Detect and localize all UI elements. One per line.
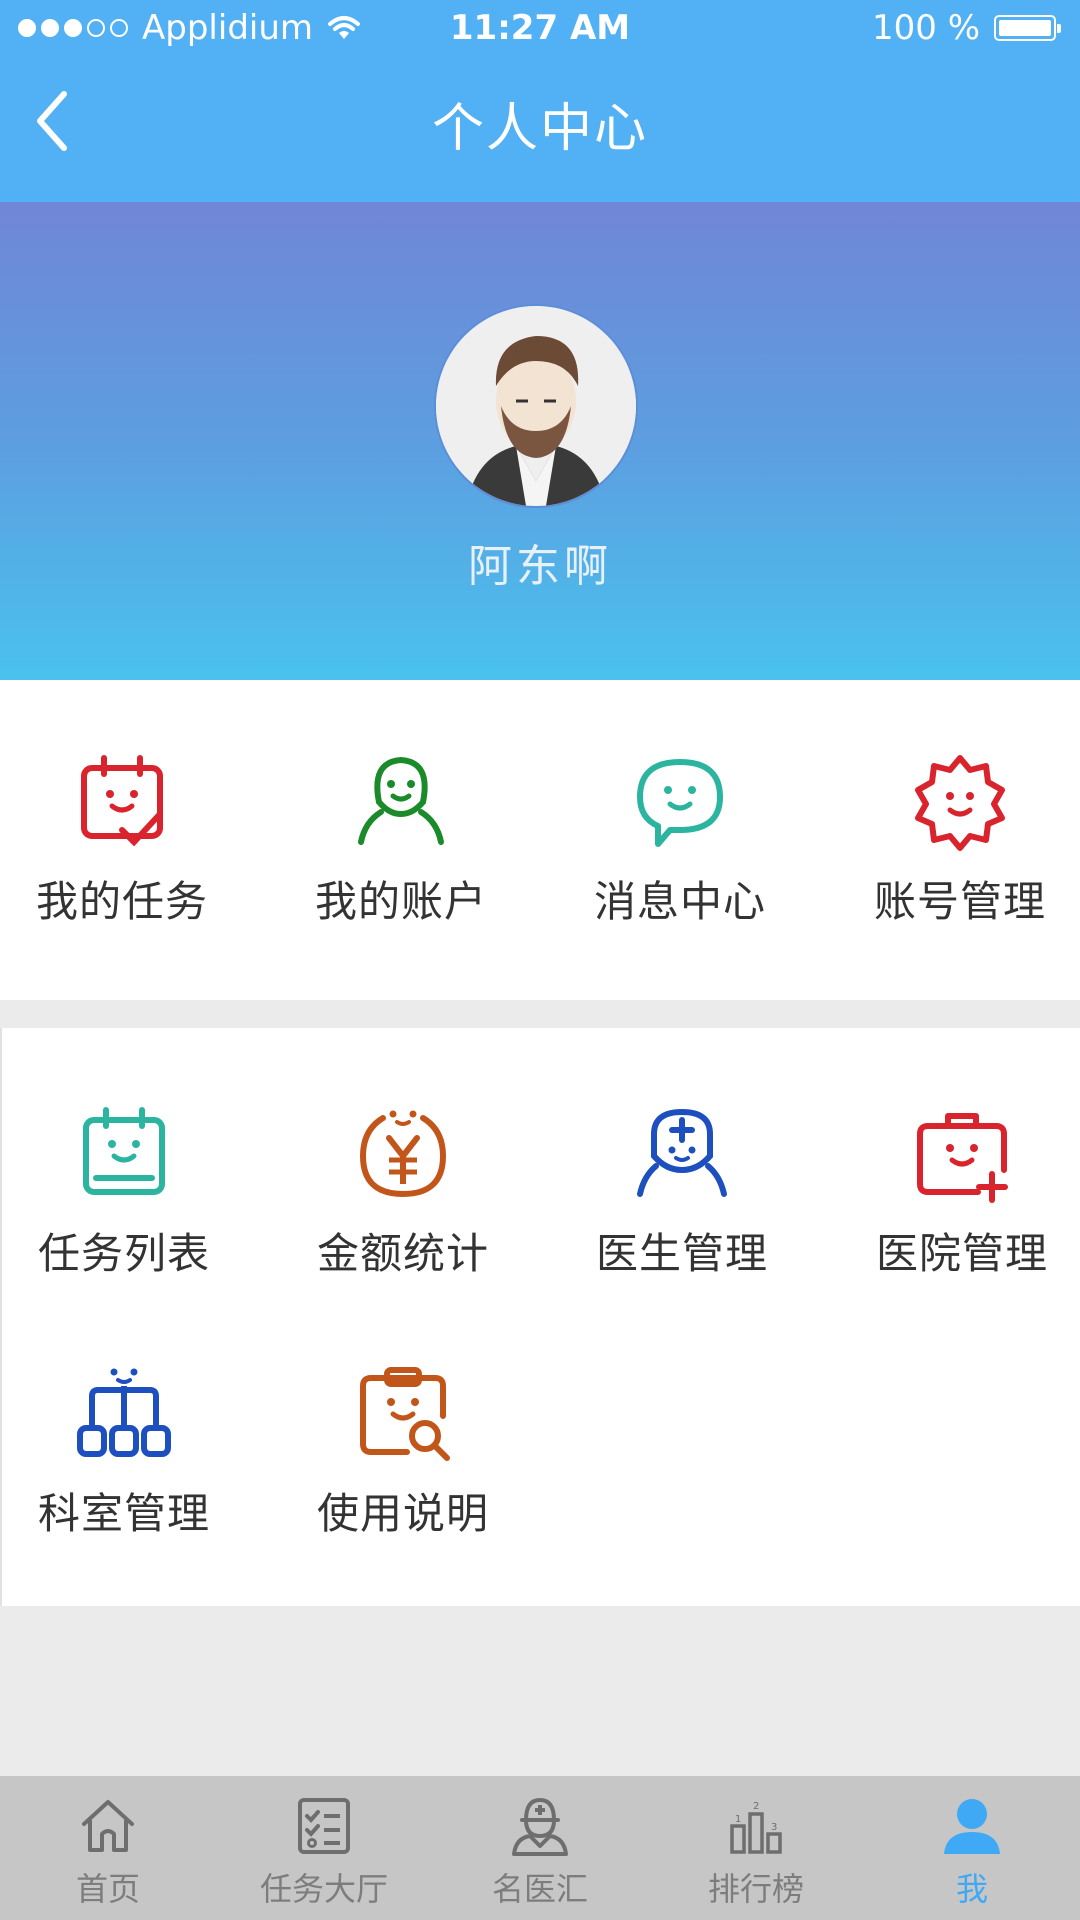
tab-me[interactable]: 我 [864,1776,1080,1920]
checklist-icon [298,1798,350,1854]
menu-label: 科室管理 [37,1489,210,1538]
doctor-icon [512,1797,568,1856]
tab-task-hall[interactable]: 任务大厅 [216,1776,432,1920]
menu-label: 我的账户 [314,877,487,926]
menu-hospital-management[interactable]: 医院管理 [822,1104,1080,1304]
doctor-icon [637,1108,727,1197]
menu-user-guide[interactable]: 使用说明 [263,1364,543,1564]
avatar-portrait [436,306,636,506]
tab-home[interactable]: 首页 [0,1776,216,1920]
tab-label: 排行榜 [707,1870,804,1908]
task-calendar-icon [81,755,163,847]
medical-kit-icon [917,1113,1008,1203]
management-panel: 任务列表 金额统计 医生管理 医院管理 科室管理 使用说明 [0,1028,1080,1606]
tab-label: 任务大厅 [259,1870,388,1908]
status-right: 100 % [871,8,1061,48]
yen-coin-icon [359,1110,447,1198]
menu-my-tasks[interactable]: 我的任务 [0,752,262,952]
ranking-icon: 1 2 3 [730,1801,782,1854]
menu-account-settings[interactable]: 账号管理 [820,752,1080,952]
menu-label: 使用说明 [316,1489,489,1538]
battery-icon [994,15,1061,41]
menu-doctor-management[interactable]: 医生管理 [542,1104,822,1304]
user-account-icon [358,756,444,845]
nav-bar: 个人中心 [0,60,1080,202]
status-bar: Applidium 11:27 AM 100 % [0,0,1080,60]
menu-label: 金额统计 [316,1229,489,1278]
quick-menu-panel: 我的任务 我的账户 消息中心 账号管理 [0,680,1080,1000]
menu-label: 任务列表 [37,1229,210,1278]
avatar[interactable] [434,304,638,508]
menu-my-account[interactable]: 我的账户 [261,752,541,952]
home-icon [82,1800,134,1852]
person-icon [944,1799,1000,1854]
tab-label: 名医汇 [491,1870,588,1908]
tab-label: 我 [955,1870,988,1908]
gear-icon [915,755,1005,851]
menu-label: 医院管理 [875,1229,1048,1278]
username: 阿东啊 [468,541,612,592]
tab-ranking[interactable]: 1 2 3 排行榜 [648,1776,864,1920]
menu-department-management[interactable]: 科室管理 [0,1364,264,1564]
menu-label: 消息中心 [593,877,766,926]
tab-famous-doctors[interactable]: 名医汇 [432,1776,648,1920]
department-tree-icon [77,1368,171,1457]
tab-label: 首页 [75,1870,140,1908]
svg-text:2: 2 [753,1801,759,1812]
menu-label: 账号管理 [873,877,1046,926]
page-title: 个人中心 [431,99,648,159]
menu-task-list[interactable]: 任务列表 [0,1104,264,1304]
profile-header: 阿东啊 [0,202,1080,680]
menu-label: 医生管理 [595,1229,768,1278]
chat-bubble-icon [637,759,723,847]
menu-label: 我的任务 [35,877,208,926]
task-list-icon [83,1107,165,1195]
svg-text:1: 1 [735,1814,741,1825]
menu-amount-stats[interactable]: 金额统计 [263,1104,543,1304]
menu-message-center[interactable]: 消息中心 [540,752,820,952]
clipboard-search-icon [360,1367,450,1461]
svg-text:3: 3 [771,1822,777,1833]
tab-bar: 首页 任务大厅 名医汇 1 2 3 排行榜 我 [0,1776,1080,1920]
battery-percent: 100 % [871,8,980,48]
